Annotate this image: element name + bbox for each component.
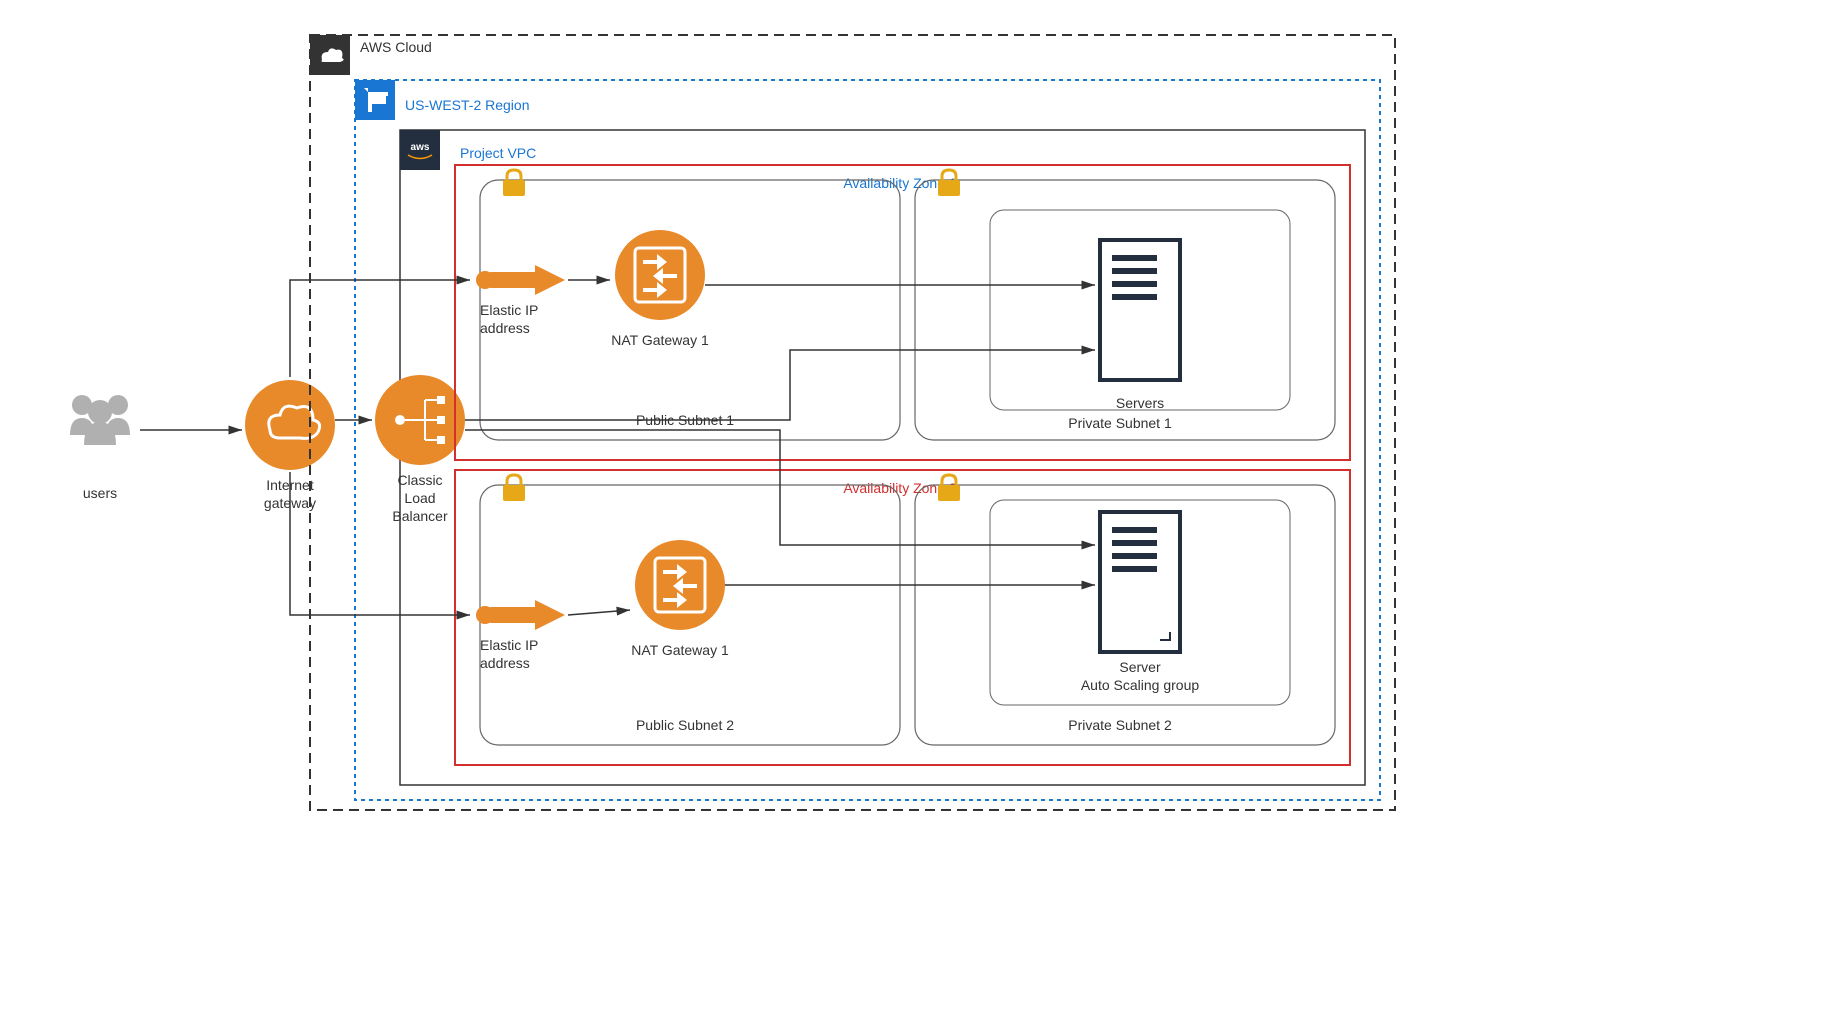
- lock-icon: [503, 475, 525, 501]
- az1-container: [455, 165, 1350, 460]
- users-label: users: [83, 485, 117, 501]
- server-icon: [1100, 512, 1180, 652]
- svg-text:aws: aws: [411, 142, 430, 153]
- users-icon: [70, 395, 130, 445]
- nat-gateway-1-icon: [615, 230, 705, 320]
- nat-gateway-2-icon: [635, 540, 725, 630]
- clb-label-3: Balancer: [392, 508, 448, 524]
- lock-icon: [938, 475, 960, 501]
- region-label: US-WEST-2 Region: [405, 97, 529, 113]
- private-subnet-1-label: Private Subnet 1: [1068, 415, 1172, 431]
- vpc-container: [400, 130, 1365, 785]
- servers-1-label: Servers: [1116, 395, 1164, 411]
- nat2-label: NAT Gateway 1: [631, 642, 729, 658]
- clb-label-1: Classic: [397, 472, 442, 488]
- eip1-line1: Elastic IP: [480, 302, 538, 318]
- eip1-line2: address: [480, 320, 530, 336]
- clb-label-2: Load: [404, 490, 435, 506]
- lock-icon: [938, 170, 960, 196]
- asg-label: Auto Scaling group: [1081, 677, 1200, 693]
- private-subnet-2-label: Private Subnet 2: [1068, 717, 1172, 733]
- vpc-label: Project VPC: [460, 145, 536, 161]
- elastic-ip-2-icon: [476, 600, 565, 630]
- elastic-ip-1-icon: [476, 265, 565, 295]
- eip2-line2: address: [480, 655, 530, 671]
- aws-cloud-label: AWS Cloud: [360, 39, 432, 55]
- server-2-label: Server: [1119, 659, 1161, 675]
- eip2-line1: Elastic IP: [480, 637, 538, 653]
- public-subnet-2-label: Public Subnet 2: [636, 717, 734, 733]
- az2-container: [455, 470, 1350, 765]
- load-balancer-icon: [375, 375, 465, 465]
- server-icon: [1100, 240, 1180, 380]
- internet-gateway-icon: [245, 380, 335, 470]
- lock-icon: [503, 170, 525, 196]
- architecture-diagram: users Internet gateway AWS Cloud US-WEST…: [20, 20, 1520, 840]
- public-subnet-1: [480, 180, 900, 440]
- nat1-label: NAT Gateway 1: [611, 332, 709, 348]
